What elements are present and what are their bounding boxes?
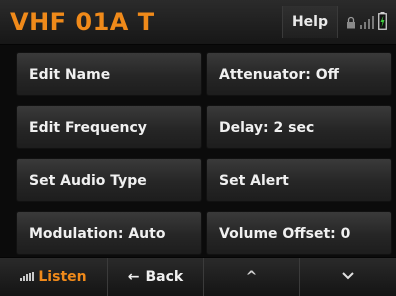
listen-softkey[interactable]: Listen: [0, 258, 108, 296]
delay-button[interactable]: Delay: 2 sec: [206, 105, 392, 149]
edit-name-button[interactable]: Edit Name: [16, 52, 202, 96]
edit-frequency-button[interactable]: Edit Frequency: [16, 105, 202, 149]
back-softkey[interactable]: ← Back: [108, 258, 204, 296]
volume-offset-button[interactable]: Volume Offset: 0: [206, 211, 392, 255]
back-arrow-icon: ←: [127, 269, 140, 285]
back-label: Back: [145, 269, 184, 285]
listen-label: Listen: [38, 269, 87, 285]
modulation-button[interactable]: Modulation: Auto: [16, 211, 202, 255]
header-bar: VHF 01A T Help: [0, 0, 396, 45]
status-icons: [340, 6, 392, 38]
set-alert-button[interactable]: Set Alert: [206, 158, 392, 202]
softkey-bar: Listen ← Back ^: [0, 257, 396, 296]
set-audio-type-button[interactable]: Set Audio Type: [16, 158, 202, 202]
help-button[interactable]: Help: [282, 6, 338, 38]
signal-meter-icon: [20, 271, 35, 281]
battery-icon: [378, 12, 387, 30]
page-title: VHF 01A T: [10, 8, 155, 36]
lock-icon: [347, 16, 355, 29]
radio-screen: VHF 01A T Help Edit Name Attenuator: Off…: [0, 0, 396, 296]
scroll-down-softkey[interactable]: [300, 258, 396, 296]
attenuator-button[interactable]: Attenuator: Off: [206, 52, 392, 96]
signal-bars-icon: [360, 16, 374, 29]
chevron-down-icon: [342, 272, 354, 280]
chevron-up-icon: ^: [245, 269, 258, 285]
scroll-up-softkey[interactable]: ^: [204, 258, 300, 296]
